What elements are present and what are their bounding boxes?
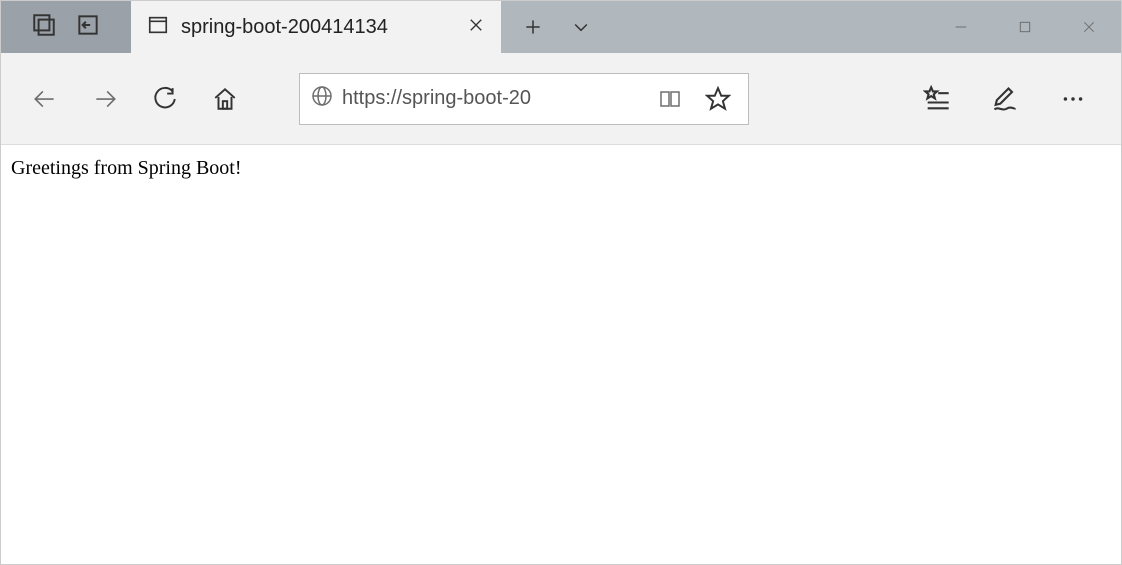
toolbar: https://spring-boot-20 — [1, 53, 1121, 145]
page-body-text: Greetings from Spring Boot! — [11, 157, 1111, 180]
page-icon — [147, 14, 169, 41]
minimize-button[interactable] — [929, 1, 993, 53]
close-window-button[interactable] — [1057, 1, 1121, 53]
tabs-aside-icon[interactable] — [31, 12, 57, 43]
set-aside-icon[interactable] — [75, 12, 101, 43]
refresh-button[interactable] — [139, 73, 191, 125]
tab-actions — [501, 1, 613, 53]
title-bar: spring-boot-200414134 — [1, 1, 1121, 53]
notes-icon[interactable] — [979, 73, 1031, 125]
window-controls — [929, 1, 1121, 53]
browser-tab[interactable]: spring-boot-200414134 — [131, 1, 501, 53]
reading-view-icon[interactable] — [650, 79, 690, 119]
favorite-star-icon[interactable] — [698, 79, 738, 119]
tab-set-aside-area — [1, 1, 131, 53]
page-content: Greetings from Spring Boot! — [1, 145, 1121, 192]
titlebar-drag-area[interactable] — [613, 1, 929, 53]
tab-title: spring-boot-200414134 — [181, 16, 455, 39]
address-bar[interactable]: https://spring-boot-20 — [299, 73, 749, 125]
close-tab-icon[interactable] — [467, 16, 485, 39]
new-tab-button[interactable] — [509, 1, 557, 53]
toolbar-right — [911, 73, 1103, 125]
url-text: https://spring-boot-20 — [342, 87, 642, 110]
forward-button[interactable] — [79, 73, 131, 125]
maximize-button[interactable] — [993, 1, 1057, 53]
globe-icon — [310, 84, 334, 113]
home-button[interactable] — [199, 73, 251, 125]
favorites-hub-icon[interactable] — [911, 73, 963, 125]
tab-overflow-button[interactable] — [557, 1, 605, 53]
back-button[interactable] — [19, 73, 71, 125]
more-options-icon[interactable] — [1047, 73, 1099, 125]
